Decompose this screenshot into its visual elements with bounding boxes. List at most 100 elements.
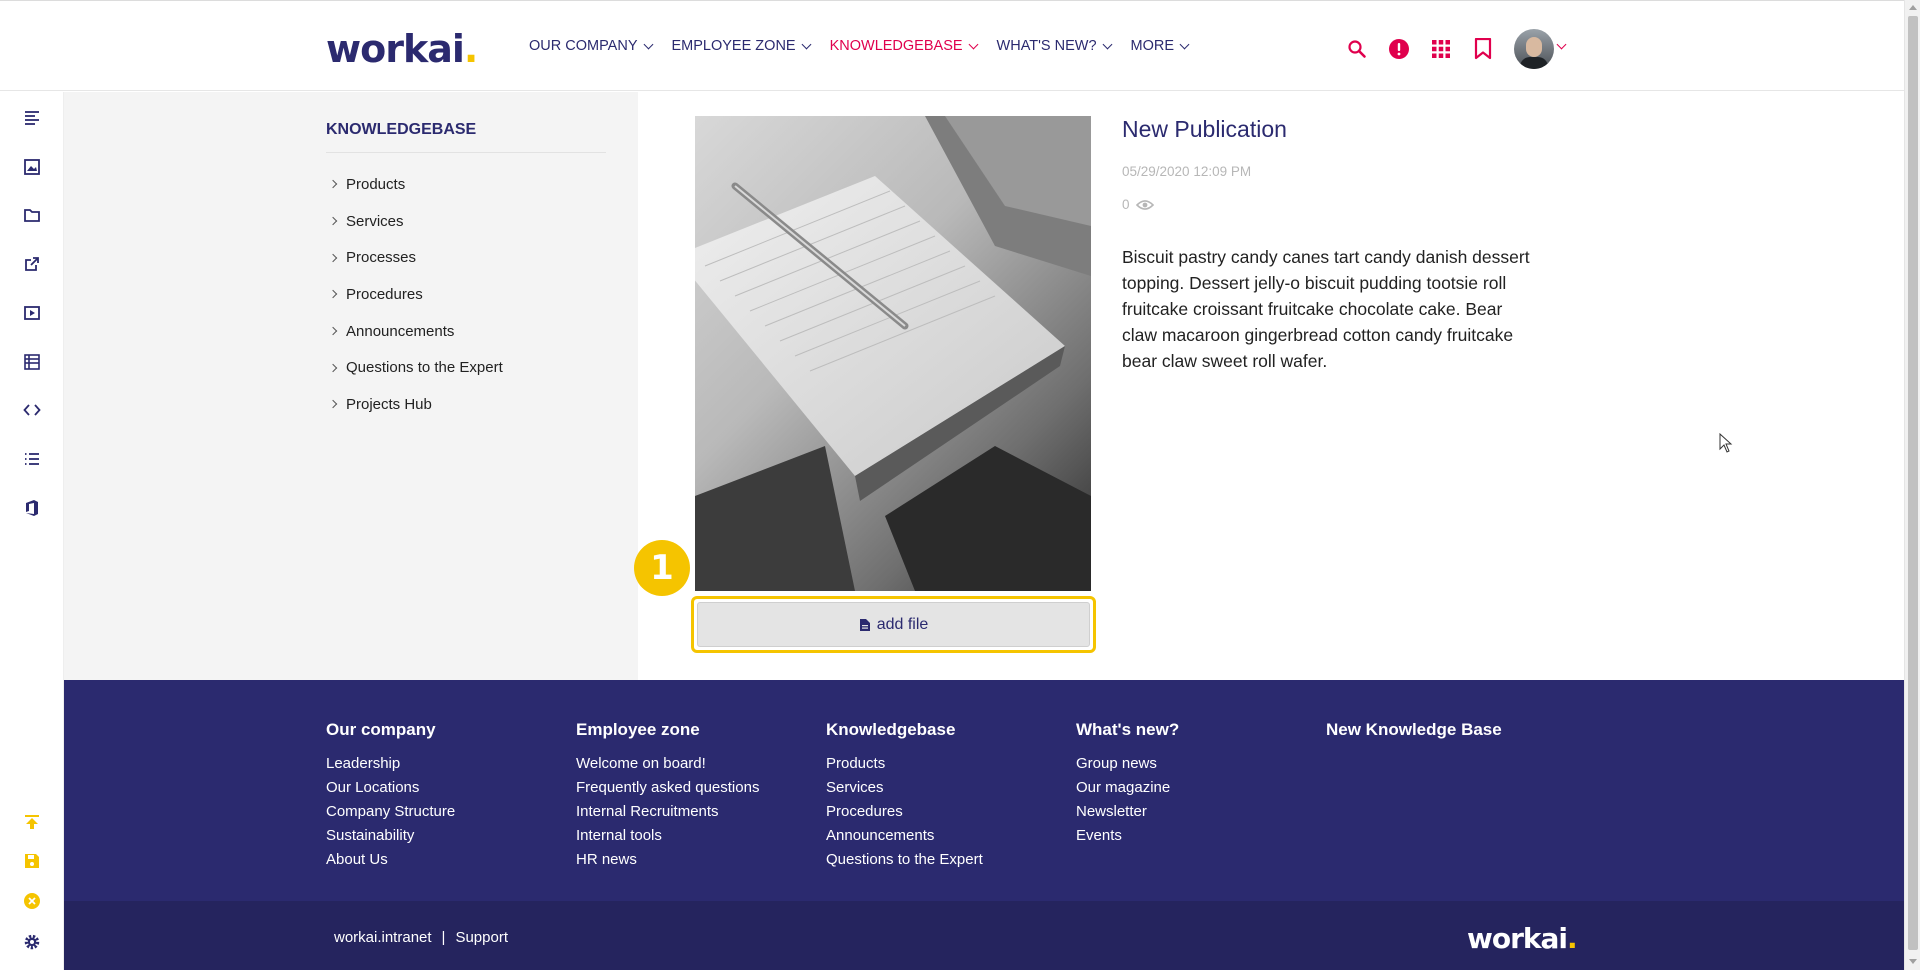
step-badge: 1 <box>634 540 690 596</box>
chevron-down-icon[interactable] <box>1556 39 1567 49</box>
knowledgebase-list: Products Services Processes Procedures A… <box>328 166 503 423</box>
kb-item-projects-hub[interactable]: Projects Hub <box>328 386 503 423</box>
nav-employee-zone[interactable]: EMPLOYEE ZONE <box>672 38 812 54</box>
footer-col-whats-new: What's new? Group news Our magazine News… <box>1076 720 1179 848</box>
avatar[interactable] <box>1514 29 1554 69</box>
scrollbar-thumb[interactable] <box>1908 16 1918 950</box>
chevron-right-icon <box>328 363 338 373</box>
scroll-up-arrow-icon[interactable] <box>1909 5 1917 10</box>
footer-logo[interactable]: workai. <box>1467 922 1578 955</box>
footer-bottom-links: workai.intranet | Support <box>334 929 508 946</box>
chevron-right-icon <box>328 216 338 226</box>
footer-link[interactable]: Frequently asked questions <box>576 776 759 800</box>
kb-item-products[interactable]: Products <box>328 166 503 203</box>
main-nav: OUR COMPANY EMPLOYEE ZONE KNOWLEDGEBASE … <box>529 38 1208 54</box>
chevron-down-icon <box>1102 39 1112 49</box>
chevron-down-icon <box>1179 39 1190 49</box>
eye-icon <box>1135 199 1154 210</box>
footer-heading: Knowledgebase <box>826 720 956 739</box>
footer-link[interactable]: Services <box>826 776 983 800</box>
chevron-right-icon <box>328 326 338 336</box>
chevron-right-icon <box>328 253 338 262</box>
footer-heading: Employee zone <box>576 720 700 739</box>
code-icon[interactable] <box>20 398 44 422</box>
align-left-icon[interactable] <box>20 106 44 130</box>
chevron-down-icon <box>643 39 653 49</box>
publish-icon[interactable] <box>20 810 44 834</box>
search-icon[interactable] <box>1346 38 1368 60</box>
editor-toolbar <box>0 92 64 970</box>
view-count: 0 <box>1122 197 1154 212</box>
nav-more[interactable]: MORE <box>1131 38 1190 54</box>
add-file-highlight: add file <box>691 596 1096 653</box>
kb-item-processes[interactable]: Processes <box>328 239 503 276</box>
footer-col-employee-zone: Employee zone Welcome on board! Frequent… <box>576 720 759 872</box>
header-actions <box>1346 29 1567 69</box>
footer-link[interactable]: Newsletter <box>1076 800 1179 824</box>
footer-link[interactable]: Questions to the Expert <box>826 848 983 872</box>
footer-link[interactable]: Internal Recruitments <box>576 800 759 824</box>
footer-link[interactable]: Procedures <box>826 800 983 824</box>
video-icon[interactable] <box>20 301 44 325</box>
chevron-right-icon <box>328 400 338 409</box>
alert-icon[interactable] <box>1388 38 1410 60</box>
footer-link[interactable]: Our Locations <box>326 776 455 800</box>
footer-link[interactable]: Our magazine <box>1076 776 1179 800</box>
kb-item-questions[interactable]: Questions to the Expert <box>328 349 503 386</box>
publication-body: Biscuit pastry candy canes tart candy da… <box>1122 247 1530 371</box>
file-icon <box>859 618 870 631</box>
settings-icon[interactable] <box>20 930 44 954</box>
chevron-down-icon <box>968 39 978 49</box>
top-header: workai. OUR COMPANY EMPLOYEE ZONE KNOWLE… <box>0 0 1904 91</box>
nav-knowledgebase[interactable]: KNOWLEDGEBASE <box>830 38 978 54</box>
footer-link[interactable]: Welcome on board! <box>576 752 759 776</box>
support-link[interactable]: Support <box>455 929 508 946</box>
footer-link[interactable]: Leadership <box>326 752 455 776</box>
image-icon[interactable] <box>20 155 44 179</box>
footer-heading[interactable]: New Knowledge Base <box>1326 720 1502 742</box>
chevron-right-icon <box>328 180 338 189</box>
footer-col-new-knowledge-base: New Knowledge Base <box>1326 720 1502 752</box>
office-icon[interactable] <box>20 496 44 520</box>
apps-grid-icon[interactable] <box>1430 38 1452 60</box>
folder-icon[interactable] <box>20 203 44 227</box>
footer-link[interactable]: Products <box>826 752 983 776</box>
chevron-down-icon <box>801 39 812 49</box>
footer-link[interactable]: Internal tools <box>576 824 759 848</box>
add-file-button[interactable]: add file <box>697 602 1090 647</box>
footer-link[interactable]: Company Structure <box>326 800 455 824</box>
scrollbar[interactable] <box>1904 0 1920 970</box>
footer-link[interactable]: Group news <box>1076 752 1179 776</box>
publication-date: 05/29/2020 12:09 PM <box>1122 164 1252 179</box>
footer-heading: What's new? <box>1076 720 1180 739</box>
chevron-right-icon <box>328 290 338 299</box>
knowledgebase-title: KNOWLEDGEBASE <box>326 121 477 138</box>
bookmark-icon[interactable] <box>1472 38 1494 60</box>
table-icon[interactable] <box>20 350 44 374</box>
footer-col-our-company: Our company Leadership Our Locations Com… <box>326 720 455 872</box>
intranet-link[interactable]: workai.intranet <box>334 929 432 946</box>
close-icon[interactable] <box>20 889 44 913</box>
footer-link[interactable]: Events <box>1076 824 1179 848</box>
external-link-icon[interactable] <box>20 252 44 276</box>
kb-item-announcements[interactable]: Announcements <box>328 313 503 350</box>
footer-heading: Our company <box>326 720 436 739</box>
footer-link[interactable]: About Us <box>326 848 455 872</box>
workai-logo[interactable]: workai. <box>326 27 478 71</box>
footer-link[interactable]: HR news <box>576 848 759 872</box>
footer-link[interactable]: Announcements <box>826 824 983 848</box>
nav-our-company[interactable]: OUR COMPANY <box>529 38 653 54</box>
mouse-cursor-icon <box>1719 432 1733 457</box>
divider <box>326 152 606 153</box>
kb-item-services[interactable]: Services <box>328 203 503 240</box>
list-icon[interactable] <box>20 447 44 471</box>
nav-whats-new[interactable]: WHAT'S NEW? <box>997 38 1112 54</box>
publication-image <box>695 116 1091 591</box>
publication-title: New Publication <box>1122 116 1287 142</box>
separator: | <box>441 929 446 946</box>
save-icon[interactable] <box>20 849 44 873</box>
footer-link[interactable]: Sustainability <box>326 824 455 848</box>
footer-col-knowledgebase: Knowledgebase Products Services Procedur… <box>826 720 983 872</box>
kb-item-procedures[interactable]: Procedures <box>328 276 503 313</box>
scroll-down-arrow-icon[interactable] <box>1909 959 1917 964</box>
